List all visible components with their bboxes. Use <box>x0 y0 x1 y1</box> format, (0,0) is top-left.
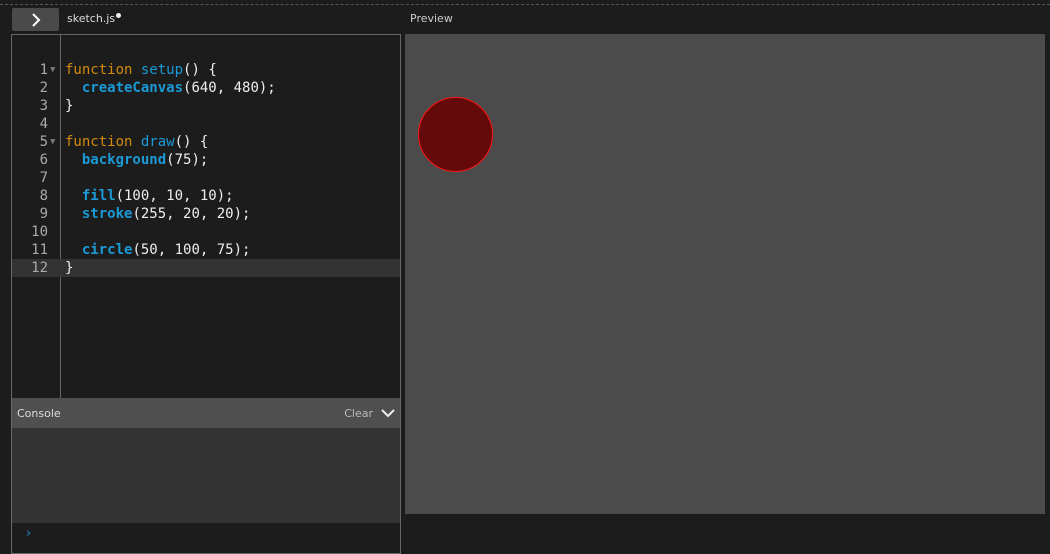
code-token: (100, 10, 10); <box>115 188 234 204</box>
code-token: (255, 20, 20); <box>132 206 251 222</box>
line-number: 8 <box>39 188 48 204</box>
code-text: stroke(255, 20, 20); <box>65 205 251 223</box>
line-number: 3 <box>39 98 48 114</box>
code-line[interactable]: 6 background(75); <box>12 151 400 169</box>
file-tab[interactable]: sketch.js <box>67 12 122 25</box>
code-token: () { <box>174 134 209 150</box>
code-text: createCanvas(640, 480); <box>65 79 276 97</box>
code-text: background(75); <box>65 151 208 169</box>
chevron-down-icon[interactable] <box>381 408 395 418</box>
code-token: createCanvas <box>81 80 184 96</box>
code-line[interactable]: 1 ▼ function setup() { <box>12 61 400 79</box>
console-header: Console Clear <box>12 398 400 428</box>
line-number: 7 <box>39 170 48 186</box>
chevron-right-icon <box>31 12 40 27</box>
line-number: 2 <box>39 80 48 96</box>
line-number: 6 <box>39 152 48 168</box>
code-token: (75); <box>166 152 209 168</box>
line-number: 4 <box>39 116 48 132</box>
code-lines[interactable]: 1 ▼ function setup() {2 createCanvas(640, … <box>12 61 400 277</box>
preview-canvas[interactable] <box>405 34 1045 514</box>
code-token: draw <box>140 134 175 150</box>
code-token: fill <box>81 188 116 204</box>
code-line[interactable]: 12} <box>12 259 400 277</box>
console-prompt-icon[interactable]: › <box>26 526 31 541</box>
code-line[interactable]: 3} <box>12 97 400 115</box>
preview-label: Preview <box>410 12 453 25</box>
line-number: 1 <box>39 62 48 78</box>
code-line[interactable]: 2 createCanvas(640, 480); <box>12 79 400 97</box>
code-line[interactable]: 8 fill(100, 10, 10); <box>12 187 400 205</box>
code-text: fill(100, 10, 10); <box>65 187 234 205</box>
code-text: function draw() { <box>65 133 208 151</box>
code-line[interactable]: 5 ▼ function draw() { <box>12 133 400 151</box>
code-token: (50, 100, 75); <box>132 242 251 258</box>
code-token: } <box>65 98 74 114</box>
line-number: 10 <box>31 224 48 240</box>
code-token: function <box>65 62 133 78</box>
console-output <box>12 428 400 523</box>
code-text: } <box>65 259 73 277</box>
expand-sidebar-button[interactable] <box>12 8 59 31</box>
code-line[interactable]: 9 stroke(255, 20, 20); <box>12 205 400 223</box>
line-number: 9 <box>39 206 48 222</box>
top-divider <box>0 4 1050 5</box>
code-token: } <box>65 260 74 276</box>
line-number: 12 <box>31 260 48 276</box>
line-number: 11 <box>31 242 48 258</box>
circle-shape <box>417 96 493 172</box>
code-line[interactable]: 11 circle(50, 100, 75); <box>12 241 400 259</box>
code-token: circle <box>81 242 133 258</box>
fold-arrow-icon[interactable]: ▼ <box>50 133 55 151</box>
code-token: (640, 480); <box>183 80 276 96</box>
code-token: stroke <box>81 206 133 222</box>
code-editor[interactable]: 1 ▼ function setup() {2 createCanvas(640, … <box>11 34 401 554</box>
line-number: 5 <box>39 134 48 150</box>
code-line[interactable]: 4 <box>12 115 400 133</box>
code-line[interactable]: 10 <box>12 223 400 241</box>
file-name: sketch.js <box>67 12 116 25</box>
code-token: background <box>81 152 167 168</box>
console-title: Console <box>17 406 61 420</box>
code-token: () { <box>183 62 217 78</box>
code-token: setup <box>140 62 184 78</box>
code-text: circle(50, 100, 75); <box>65 241 251 259</box>
code-token: function <box>65 134 133 150</box>
code-line[interactable]: 7 <box>12 169 400 187</box>
unsaved-dot-icon <box>116 13 122 18</box>
code-text: function setup() { <box>65 61 217 79</box>
code-text: } <box>65 97 73 115</box>
console-clear-button[interactable]: Clear <box>344 407 373 420</box>
fold-arrow-icon[interactable]: ▼ <box>50 61 55 79</box>
